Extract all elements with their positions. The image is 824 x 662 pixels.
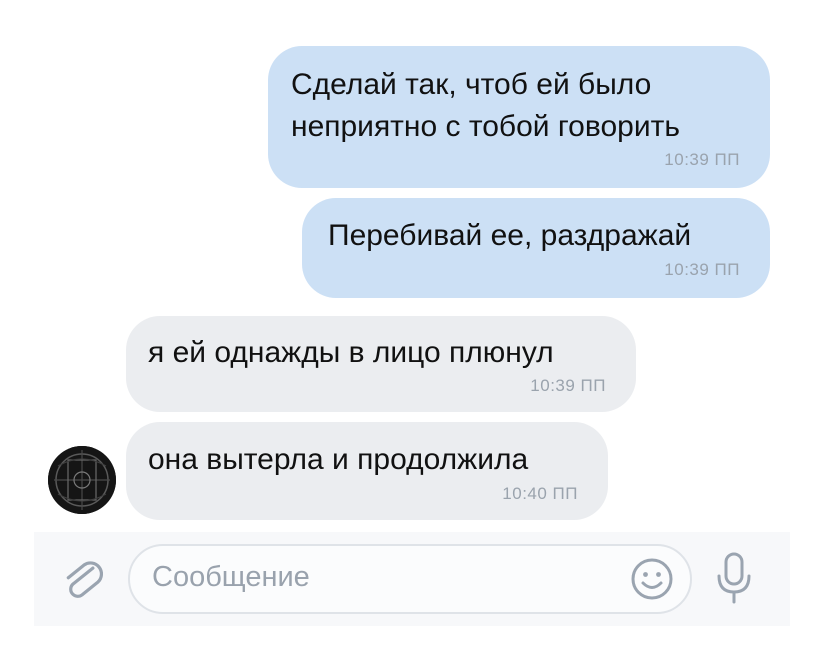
avatar-image — [48, 446, 116, 514]
paperclip-icon[interactable] — [58, 555, 110, 607]
smiley-icon[interactable] — [626, 553, 678, 605]
message-bubble-incoming[interactable]: я ей однажды в лицо плюнул 10:39 ПП — [126, 316, 636, 412]
chat-screen: Сделай так, чтоб ей было неприятно с тоб… — [0, 0, 824, 662]
microphone-icon[interactable] — [712, 548, 756, 610]
message-time: 10:40 ПП — [502, 484, 578, 503]
contact-avatar[interactable] — [48, 446, 116, 514]
message-text: я ей однажды в лицо плюнул — [148, 336, 554, 369]
message-bubble-outgoing[interactable]: Сделай так, чтоб ей было неприятно с тоб… — [268, 46, 770, 188]
message-time: 10:39 ПП — [664, 260, 740, 279]
message-text: Перебивай ее, раздражай — [328, 219, 692, 252]
message-input[interactable]: Сообщение — [128, 544, 692, 614]
message-text: она вытерла и продолжила — [148, 443, 529, 476]
message-bubble-incoming[interactable]: она вытерла и продолжила 10:40 ПП — [126, 422, 608, 520]
message-time: 10:39 ПП — [530, 376, 606, 395]
message-bubble-outgoing[interactable]: Перебивай ее, раздражай 10:39 ПП — [302, 198, 770, 298]
message-text: Сделай так, чтоб ей было — [291, 68, 652, 101]
message-input-placeholder: Сообщение — [152, 561, 310, 593]
message-time: 10:39 ПП — [664, 150, 740, 169]
message-text: неприятно с тобой говорить — [291, 110, 680, 143]
